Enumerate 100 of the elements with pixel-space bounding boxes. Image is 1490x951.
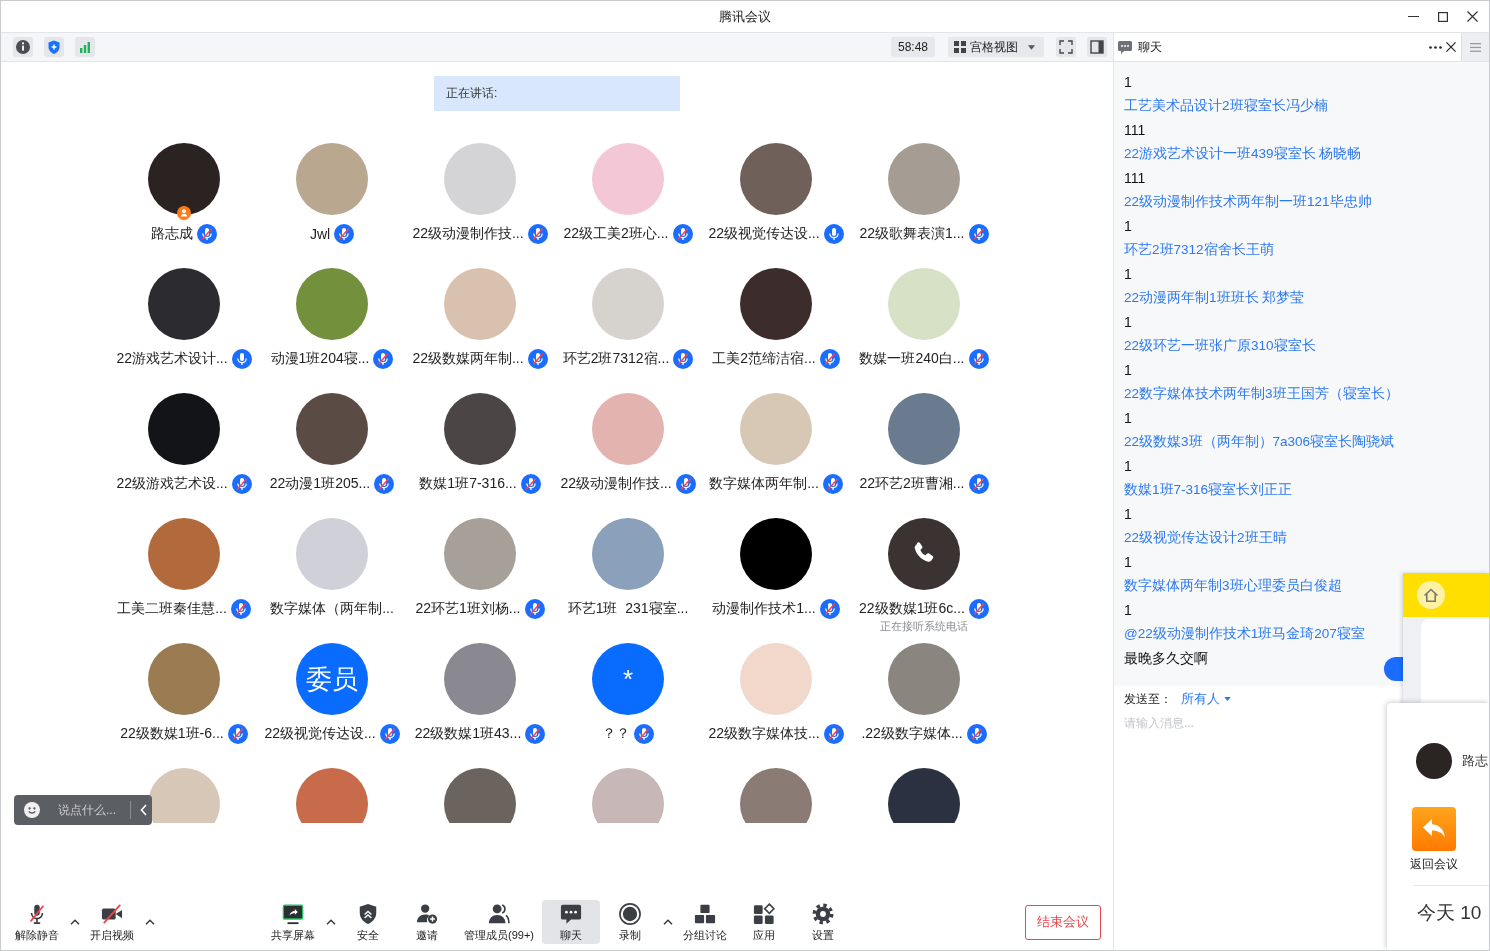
record-icon	[619, 902, 641, 925]
participant-name: 22级游戏艺术设...	[116, 475, 228, 493]
settings-icon	[812, 902, 834, 925]
chat-message: 最晚多久交啊	[1124, 649, 1208, 668]
return-button[interactable]: 返回会议	[1410, 807, 1458, 873]
chat-message: 1	[1124, 73, 1132, 92]
apps-icon	[753, 902, 775, 925]
maximize-icon[interactable]	[1438, 11, 1448, 22]
text-avatar: *	[592, 643, 664, 715]
avatar-placeholder	[1416, 743, 1452, 779]
participant-name: 数字媒体（两年制...	[270, 600, 394, 618]
mute-button[interactable]: 解除静音	[8, 900, 66, 944]
chat-message: 1	[1124, 217, 1132, 236]
close-icon[interactable]	[1446, 42, 1456, 52]
participant-name: 环艺1班 231寝室...	[567, 600, 689, 618]
participant-name: 工美2范缔洁宿...	[712, 350, 816, 368]
breakout-button[interactable]: 分组讨论	[676, 900, 734, 944]
participant-name: 22级歌舞表演1...	[859, 225, 965, 243]
blocks-icon	[694, 902, 716, 925]
panel-title: 聊天	[1138, 38, 1162, 56]
chat-message: 1	[1124, 457, 1132, 476]
call-status: 正在接听系统电话	[880, 619, 968, 633]
shield-icon	[357, 902, 379, 925]
more-icon[interactable]	[1429, 45, 1442, 49]
apps-button[interactable]: 应用	[735, 900, 793, 944]
view-dropdown[interactable]: 宫格视图	[948, 37, 1044, 57]
participant-name: .22级数字媒体...	[861, 725, 963, 743]
participant-name: 动漫制作技术1...	[712, 600, 816, 618]
participant-name: 22动漫1班205...	[269, 475, 371, 493]
date-text: 今天 10	[1417, 901, 1483, 925]
chat-message: 1	[1124, 601, 1132, 620]
sender-name: 工艺美术品设计2班寝室长冯少楠	[1124, 97, 1328, 115]
members-button[interactable]: 管理成员(99+)	[457, 900, 541, 944]
send-to-label: 发送至：	[1124, 690, 1172, 708]
settings-button[interactable]: 设置	[794, 900, 852, 944]
participant-name: 数媒1班7-316...	[419, 475, 517, 493]
chat-message: 1	[1124, 505, 1132, 524]
shield-icon[interactable]	[44, 37, 64, 57]
chat-button[interactable]: 聊天	[542, 900, 600, 944]
participant-name: 22级视觉传达设...	[264, 725, 376, 743]
sender-name: 22级环艺一班张广原310寝室长	[1124, 337, 1316, 355]
fullscreen-icon[interactable]	[1056, 37, 1076, 57]
sender-name: 22游戏艺术设计一班439寝室长 杨晓畅	[1124, 145, 1362, 163]
participant-name: 22级数媒1班-6...	[120, 725, 224, 743]
sender-name: 环艺2班7312宿舍长王萌	[1124, 241, 1274, 259]
participant-name: 环艺2班7312宿...	[562, 350, 670, 368]
comment-bar[interactable]: 说点什么...	[14, 795, 152, 825]
screen-share-icon	[282, 902, 304, 925]
record-button[interactable]: 录制	[601, 900, 659, 944]
chevron-left-icon[interactable]	[140, 804, 147, 816]
recipient-dropdown[interactable]: 所有人	[1181, 690, 1231, 708]
participant-name: 22级动漫制作技...	[560, 475, 672, 493]
comment-field[interactable]: 说点什么...	[58, 801, 124, 819]
participant-name: 22级数媒两年制...	[412, 350, 524, 368]
text-avatar: 委员	[296, 643, 368, 715]
meeting-timer: 58:48	[890, 37, 935, 57]
chat-bubble-icon	[560, 902, 582, 925]
end-meeting-button[interactable]: 结束会议	[1025, 904, 1101, 940]
video-off-icon	[101, 902, 123, 925]
sender-name: 22动漫两年制1班班长 郑梦莹	[1124, 289, 1305, 307]
participant-name: 22级数字媒体技...	[708, 725, 820, 743]
sender-name: 22数字媒体技术两年制3班王国芳（寝室长）	[1124, 385, 1399, 403]
chat-message: 111	[1124, 121, 1146, 140]
caret-icon	[1028, 44, 1035, 50]
mention-text: @22级动漫制作技术1班马金琦207寝室	[1124, 625, 1365, 643]
participant-name: 工美二班秦佳慧...	[117, 600, 227, 618]
caret-icon[interactable]	[145, 919, 155, 925]
participant-name: 数字媒体两年制...	[709, 475, 819, 493]
caret-icon[interactable]	[70, 919, 80, 925]
info-icon[interactable]	[13, 37, 33, 57]
chat-message: 1	[1124, 409, 1132, 428]
chat-message: 1	[1124, 361, 1132, 380]
people-icon	[488, 902, 510, 925]
participant-name: 22环艺1班刘杨...	[415, 600, 521, 618]
participant-name: 数媒一班240白...	[859, 350, 965, 368]
smiley-icon[interactable]	[24, 802, 40, 818]
close-icon[interactable]	[1467, 11, 1478, 22]
add-person-icon	[416, 902, 438, 925]
sidebar-icon[interactable]	[1087, 37, 1107, 57]
chat-message: 1	[1124, 553, 1132, 572]
share-button[interactable]: 共享屏幕	[264, 900, 322, 944]
participant-name: 22级动漫制作技...	[412, 225, 524, 243]
participant-name: Jwl	[309, 226, 331, 242]
chat-message: 111	[1124, 169, 1146, 188]
security-button[interactable]: 安全	[339, 900, 397, 944]
video-button[interactable]: 开启视频	[83, 900, 141, 944]
home-icon[interactable]	[1417, 581, 1445, 609]
caret-icon[interactable]	[663, 919, 673, 925]
participant-name: 路志成	[151, 225, 193, 243]
chat-bubble-icon	[1118, 40, 1132, 54]
participant-name: 动漫1班204寝...	[270, 350, 370, 368]
speaking-banner: 正在讲话:	[434, 76, 680, 111]
caret-icon[interactable]	[326, 919, 336, 925]
caret-icon	[1224, 697, 1231, 701]
host-name: 路志	[1462, 752, 1488, 770]
participant-name: 22级数媒1班43...	[414, 725, 522, 743]
window-title: 腾讯会议	[719, 7, 771, 26]
invite-button[interactable]: 邀请	[398, 900, 456, 944]
sender-name: 22级数媒3班（两年制）7a306寝室长陶骁斌	[1124, 433, 1395, 451]
chat-message: 1	[1124, 313, 1132, 332]
